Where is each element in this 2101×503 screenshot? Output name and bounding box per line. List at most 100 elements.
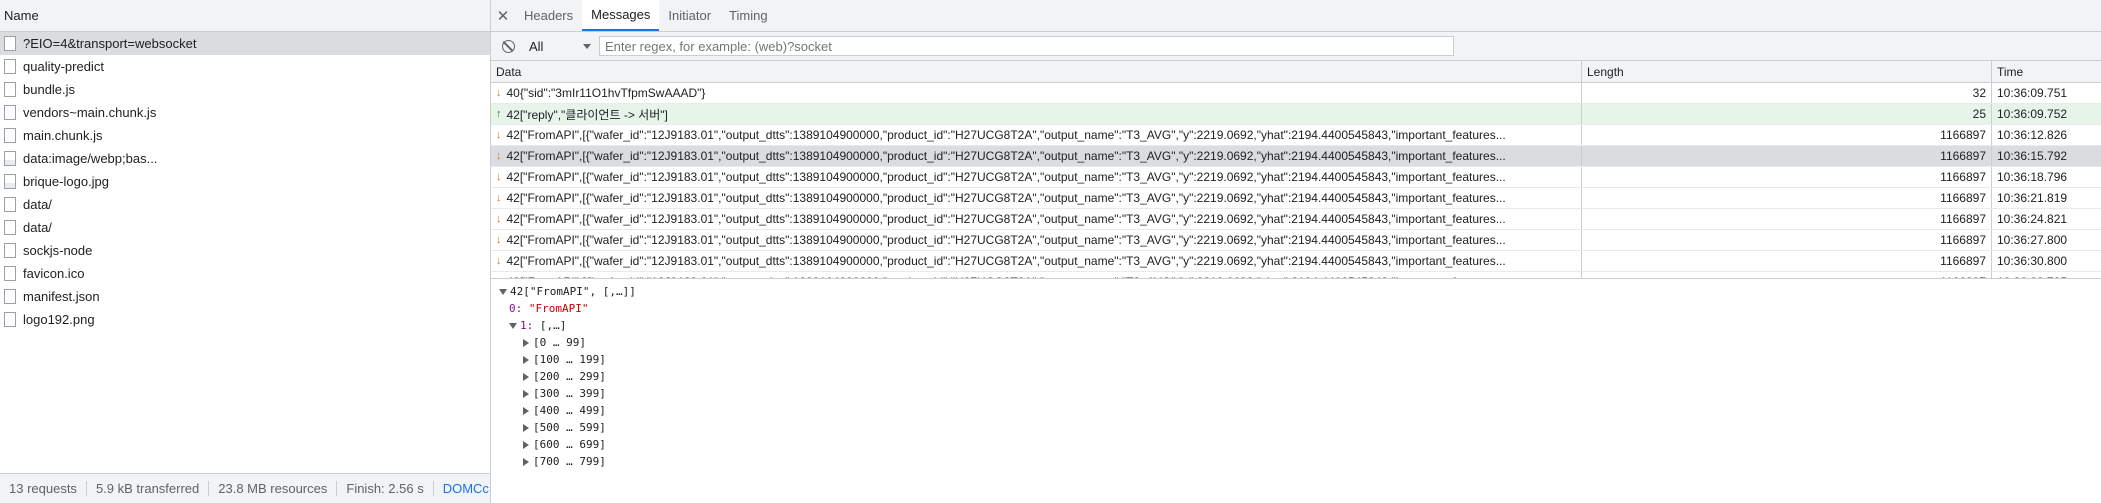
- message-data-text: 42["FromAPI",[{"wafer_id":"12J9183.01","…: [506, 191, 1506, 205]
- message-type-select[interactable]: All: [523, 39, 599, 54]
- messages-toolbar: All: [491, 32, 2101, 61]
- tab-timing[interactable]: Timing: [720, 0, 777, 31]
- message-data-cell: ↓42["FromAPI",[{"wafer_id":"12J9183.01",…: [491, 251, 1582, 271]
- message-row[interactable]: ↓42["FromAPI",[{"wafer_id":"12J9183.01",…: [491, 272, 2101, 278]
- request-row[interactable]: main.chunk.js: [0, 124, 490, 147]
- domcontentloaded-link[interactable]: DOMCc: [434, 481, 490, 496]
- expand-right-icon[interactable]: [523, 423, 529, 432]
- message-data-cell: ↓42["FromAPI",[{"wafer_id":"12J9183.01",…: [491, 188, 1582, 208]
- message-length-cell: 32: [1582, 83, 1992, 103]
- request-row[interactable]: bundle.js: [0, 78, 490, 101]
- request-row[interactable]: vendors~main.chunk.js: [0, 101, 490, 124]
- sent-arrow-icon: ↑: [496, 108, 502, 120]
- message-row[interactable]: ↓ 42["FromAPI",[{"wafer_id":"12J9183.01",…: [491, 167, 2101, 188]
- request-row[interactable]: data/: [0, 193, 490, 216]
- expand-right-icon[interactable]: [523, 338, 529, 347]
- expand-down-icon[interactable]: [499, 288, 507, 295]
- tree-range-label: [500 … 599]: [533, 421, 606, 434]
- message-row[interactable]: ↓42["FromAPI",[{"wafer_id":"12J9183.01",…: [491, 146, 2101, 167]
- expand-right-icon[interactable]: [523, 457, 529, 466]
- request-row[interactable]: ?EIO=4&transport=websocket: [0, 32, 490, 55]
- message-detail-tree: 42["FromAPI", [,…]] 0: "FromAPI" 1: [,…]…: [491, 279, 2101, 488]
- tree-range-item[interactable]: [300 … 399]: [499, 385, 2101, 402]
- data-column-header[interactable]: Data: [491, 61, 1582, 82]
- tree-item-1-key: 1:: [520, 319, 534, 332]
- request-list-panel: Name ?EIO=4&transport=websocket quality-p…: [0, 0, 491, 503]
- message-row[interactable]: ↓42["FromAPI",[{"wafer_id":"12J9183.01",…: [491, 230, 2101, 251]
- request-row[interactable]: logo192.png: [0, 308, 490, 331]
- expand-right-icon[interactable]: [523, 389, 529, 398]
- message-row[interactable]: ↓42["FromAPI",[{"wafer_id":"12J9183.01",…: [491, 209, 2101, 230]
- message-row[interactable]: ↑ 42["reply","클라이언트 -> 서버"] 25 10:36:09.752: [491, 104, 2101, 125]
- tree-range-item[interactable]: [100 … 199]: [499, 351, 2101, 368]
- message-time-cell: 10:36:09.751: [1997, 86, 2068, 100]
- message-data-cell: ↓ 40{"sid":"3mIr11O1hvTfpmSwAAAD"}: [491, 83, 1582, 103]
- message-data-text: 42["FromAPI",[{"wafer_id":"12J9183.01","…: [506, 149, 1506, 163]
- name-column-label: Name: [4, 8, 39, 23]
- message-data-text: 42["FromAPI",[{"wafer_id":"12J9183.01","…: [506, 212, 1506, 226]
- request-row[interactable]: brique-logo.jpg: [0, 170, 490, 193]
- message-row[interactable]: ↓42["FromAPI",[{"wafer_id":"12J9183.01",…: [491, 251, 2101, 272]
- clear-messages-icon[interactable]: [502, 39, 515, 53]
- tree-item-0-value: "FromAPI": [528, 302, 589, 315]
- name-column-header[interactable]: Name: [0, 0, 490, 32]
- message-data-cell: ↓42["FromAPI",[{"wafer_id":"12J9183.01",…: [491, 146, 1582, 166]
- tree-range-label: [200 … 299]: [533, 370, 606, 383]
- request-row[interactable]: favicon.ico: [0, 262, 490, 285]
- tree-item-1[interactable]: 1: [,…]: [499, 317, 2101, 334]
- tree-range-item[interactable]: [500 … 599]: [499, 419, 2101, 436]
- message-row[interactable]: ↓42["FromAPI",[{"wafer_id":"12J9183.01",…: [491, 125, 2101, 146]
- expand-right-icon[interactable]: [523, 355, 529, 364]
- file-icon: [4, 128, 16, 143]
- file-icon: [4, 105, 16, 120]
- message-row[interactable]: ↓42["FromAPI",[{"wafer_id":"12J9183.01",…: [491, 188, 2101, 209]
- tree-range-item[interactable]: [600 … 699]: [499, 436, 2101, 453]
- received-arrow-icon: ↓: [496, 171, 502, 183]
- tab-initiator[interactable]: Initiator: [659, 0, 720, 31]
- expand-right-icon[interactable]: [523, 406, 529, 415]
- message-time-cell: 10:36:33.795: [1992, 272, 2101, 278]
- message-data-text: 40{"sid":"3mIr11O1hvTfpmSwAAAD"}: [506, 86, 706, 100]
- request-row[interactable]: quality-predict: [0, 55, 490, 78]
- tree-item-1-value: [,…]: [539, 319, 567, 332]
- time-column-header[interactable]: Time: [1992, 61, 2101, 82]
- message-data-cell: ↓ 42["FromAPI",[{"wafer_id":"12J9183.01",…: [491, 167, 1582, 187]
- request-name: quality-predict: [23, 59, 104, 74]
- message-data-cell: ↓42["FromAPI",[{"wafer_id":"12J9183.01",…: [491, 272, 1582, 278]
- message-data-text: 42["FromAPI",[{"wafer_id":"12J9183.01","…: [506, 170, 1506, 184]
- message-filter-input[interactable]: [599, 36, 1454, 56]
- tree-range-item[interactable]: [400 … 499]: [499, 402, 2101, 419]
- request-row[interactable]: data:image/webp;bas...: [0, 147, 490, 170]
- tree-range-label: [100 … 199]: [533, 353, 606, 366]
- image-file-icon: [4, 151, 16, 166]
- received-arrow-icon: ↓: [496, 87, 502, 99]
- message-row[interactable]: ↓ 40{"sid":"3mIr11O1hvTfpmSwAAAD"} 32 10:36…: [491, 83, 2101, 104]
- detail-tabs: ✕ Headers Messages Initiator Timing: [491, 0, 2101, 32]
- message-time-cell: 10:36:21.819: [1997, 191, 2068, 205]
- expand-right-icon[interactable]: [523, 372, 529, 381]
- file-icon: [4, 82, 16, 97]
- tree-range-label: [0 … 99]: [533, 336, 586, 349]
- close-icon[interactable]: ✕: [491, 0, 515, 31]
- tree-item-0-key: 0:: [509, 302, 523, 315]
- network-summary-bar: 13 requests 5.9 kB transferred 23.8 MB r…: [0, 473, 490, 503]
- request-row[interactable]: data/: [0, 216, 490, 239]
- tree-range-item[interactable]: [0 … 99]: [499, 334, 2101, 351]
- expand-right-icon[interactable]: [523, 440, 529, 449]
- chevron-down-icon: [583, 43, 591, 49]
- expand-down-icon[interactable]: [509, 322, 517, 329]
- tree-range-item[interactable]: [700 … 799]: [499, 453, 2101, 470]
- request-row[interactable]: manifest.json: [0, 285, 490, 308]
- length-column-header[interactable]: Length: [1582, 61, 1992, 82]
- tab-messages[interactable]: Messages: [582, 0, 660, 31]
- message-data-cell: ↑ 42["reply","클라이언트 -> 서버"]: [491, 104, 1582, 124]
- request-name: favicon.ico: [23, 266, 85, 281]
- request-row[interactable]: sockjs-node: [0, 239, 490, 262]
- request-name: bundle.js: [23, 82, 76, 97]
- tree-range-item[interactable]: [200 … 299]: [499, 368, 2101, 385]
- message-length-cell: 1166897: [1582, 209, 1992, 229]
- tab-headers[interactable]: Headers: [515, 0, 582, 31]
- tree-root[interactable]: 42["FromAPI", [,…]]: [499, 283, 2101, 300]
- message-length-cell: 1166897: [1582, 251, 1992, 271]
- request-name: data:image/webp;bas...: [23, 151, 158, 166]
